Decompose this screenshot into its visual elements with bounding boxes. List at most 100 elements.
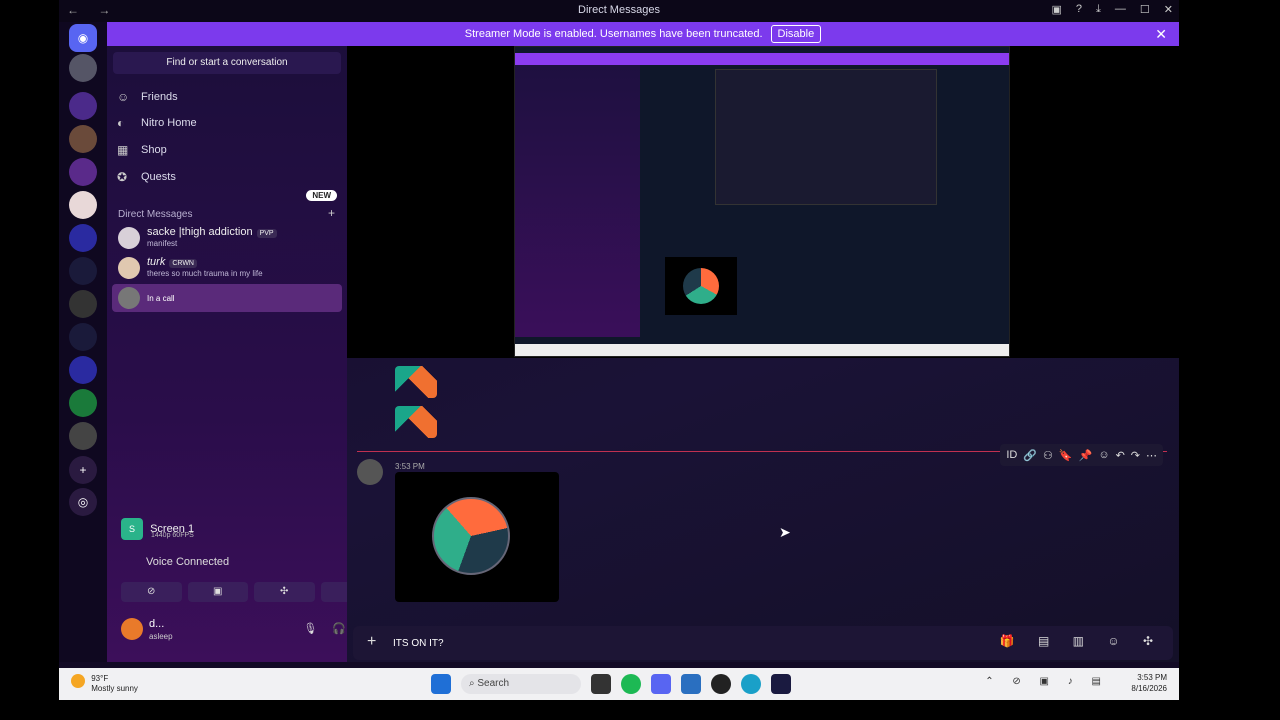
server-icon[interactable]	[69, 158, 97, 186]
window-title: Direct Messages	[578, 4, 660, 16]
stream-video[interactable]	[347, 46, 1179, 358]
more-icon[interactable]: ⋯	[1146, 449, 1157, 462]
user-status: asleep	[149, 632, 173, 641]
sticker-image	[395, 406, 437, 438]
dm-tag: PVP	[256, 229, 277, 238]
download-icon[interactable]: ⤓	[1096, 3, 1101, 16]
sticker-image	[395, 366, 437, 398]
link-icon[interactable]: 🔗	[1023, 449, 1037, 462]
message-toolbar: ID 🔗 ⚇ 🔖 📌 ☺ ↶ ↷ ⋯	[1000, 444, 1163, 466]
attach-icon[interactable]: +	[367, 633, 376, 651]
inbox-icon[interactable]: ▣	[1052, 3, 1062, 16]
voice-connected-label[interactable]: Voice Connected	[146, 556, 229, 568]
stream-info: S Screen 1 1440p 60FPS	[121, 518, 194, 540]
avatar[interactable]	[121, 618, 143, 640]
nav-label: Quests	[141, 171, 176, 183]
dm-name-text: turk	[147, 256, 166, 268]
avatar	[118, 257, 140, 279]
camera-off-icon[interactable]: ⊘	[121, 582, 182, 602]
server-icon[interactable]	[69, 422, 97, 450]
spotify-icon[interactable]	[621, 674, 641, 694]
system-tray[interactable]: ⌃ ⊘ ▣ ♪ ▤	[985, 676, 1109, 687]
close-button[interactable]: ✕	[1164, 3, 1173, 16]
inner-banner	[515, 53, 1009, 65]
server-icon[interactable]	[69, 323, 97, 351]
orb-image[interactable]	[395, 472, 559, 602]
weather-widget[interactable]: 93°F Mostly sunny	[71, 674, 138, 694]
stream-quality: 1440p 60FPS	[151, 532, 194, 539]
folder-icon[interactable]	[69, 224, 97, 252]
avatar	[118, 287, 140, 309]
sun-icon	[71, 674, 85, 688]
streamer-mode-banner: Streamer Mode is enabled. Usernames have…	[107, 22, 1179, 46]
banner-close-icon[interactable]: ✕	[1155, 26, 1167, 43]
server-rail: ◉ + ◎	[59, 22, 107, 662]
weather-desc: Mostly sunny	[91, 684, 138, 693]
dm-header: Direct Messages	[118, 209, 193, 220]
browser-icon[interactable]	[741, 674, 761, 694]
dm-item[interactable]: sacke |thigh addiction PVP manifest	[112, 224, 342, 252]
activities-icon[interactable]: ✣	[254, 582, 315, 602]
taskbar-search[interactable]: ⌕ Search	[461, 674, 581, 694]
server-icon[interactable]	[69, 389, 97, 417]
reaction-icon[interactable]: ☺	[1098, 449, 1109, 461]
discord-window: ← → Direct Messages ▣ ? ⤓ — ☐ ✕ Streamer…	[59, 0, 1179, 700]
message-composer: + 🎁 ▤ ▥ ☺ ✣	[353, 626, 1173, 660]
dm-item-active[interactable]: In a call	[112, 284, 342, 312]
avatar	[118, 227, 140, 249]
server-icon[interactable]	[69, 290, 97, 318]
id-icon[interactable]: ID	[1006, 449, 1017, 461]
add-server-icon[interactable]: +	[69, 456, 97, 484]
avatar[interactable]	[357, 459, 383, 485]
app-icon[interactable]	[771, 674, 791, 694]
app-icon[interactable]	[681, 674, 701, 694]
nav-friends[interactable]: ☺ Friends	[117, 86, 178, 108]
stream-screenshot	[514, 46, 1010, 357]
nitro-icon: ◐	[117, 116, 125, 130]
friends-icon: ☺	[117, 90, 130, 104]
screen-share-icon[interactable]: ▣	[187, 582, 248, 602]
new-badge: NEW	[306, 190, 337, 201]
server-icon[interactable]	[69, 54, 97, 82]
mouse-cursor-icon: ➤	[779, 524, 791, 540]
discord-home-icon[interactable]: ◉	[69, 24, 97, 52]
disable-button[interactable]: Disable	[770, 25, 822, 43]
clock[interactable]: 3:53 PM 8/16/2026	[1131, 672, 1167, 694]
window-controls[interactable]: ▣ ? ⤓ — ☐ ✕	[1052, 3, 1174, 16]
inner-sidebar	[515, 65, 640, 337]
dm-name: turk CRWN	[147, 256, 197, 268]
nav-shop[interactable]: ▦ Shop	[117, 139, 167, 161]
server-icon[interactable]	[69, 125, 97, 153]
dm-name-text: sacke |thigh addiction	[147, 226, 253, 238]
nav-label: Friends	[141, 91, 178, 103]
reply-icon[interactable]: ↶	[1116, 449, 1125, 462]
nav-quests[interactable]: ✪ Quests	[117, 166, 176, 188]
minimize-button[interactable]: —	[1115, 3, 1126, 16]
app-icon[interactable]	[591, 674, 611, 694]
app-icon[interactable]	[711, 674, 731, 694]
discord-icon[interactable]	[651, 674, 671, 694]
nav-label: Nitro Home	[141, 117, 197, 129]
server-icon[interactable]	[69, 92, 97, 120]
maximize-button[interactable]: ☐	[1140, 3, 1150, 16]
pin-icon[interactable]: 📌	[1079, 449, 1093, 462]
windows-start-icon[interactable]	[431, 674, 451, 694]
server-icon[interactable]	[69, 257, 97, 285]
weather-temp: 93°F	[91, 674, 109, 683]
user-name: d...	[149, 618, 165, 630]
clock-date: 8/16/2026	[1131, 684, 1167, 693]
composer-actions[interactable]: 🎁 ▤ ▥ ☺ ✣	[1000, 634, 1163, 648]
dm-item[interactable]: turk CRWN theres so much trauma in my lif…	[112, 254, 342, 282]
folder-icon[interactable]	[69, 356, 97, 384]
bookmark-icon[interactable]: 🔖	[1059, 449, 1073, 462]
search-input[interactable]: Find or start a conversation	[113, 52, 341, 74]
forward-icon[interactable]: ↷	[1131, 449, 1140, 462]
thread-icon[interactable]: ⚇	[1043, 449, 1053, 462]
server-icon[interactable]	[69, 191, 97, 219]
discover-icon[interactable]: ◎	[69, 488, 97, 516]
nav-label: Shop	[141, 144, 167, 156]
message-input[interactable]	[393, 634, 993, 652]
help-icon[interactable]: ?	[1076, 3, 1082, 16]
add-dm-icon[interactable]: +	[328, 206, 335, 220]
nav-nitro-home[interactable]: ◐ Nitro Home	[117, 112, 197, 134]
